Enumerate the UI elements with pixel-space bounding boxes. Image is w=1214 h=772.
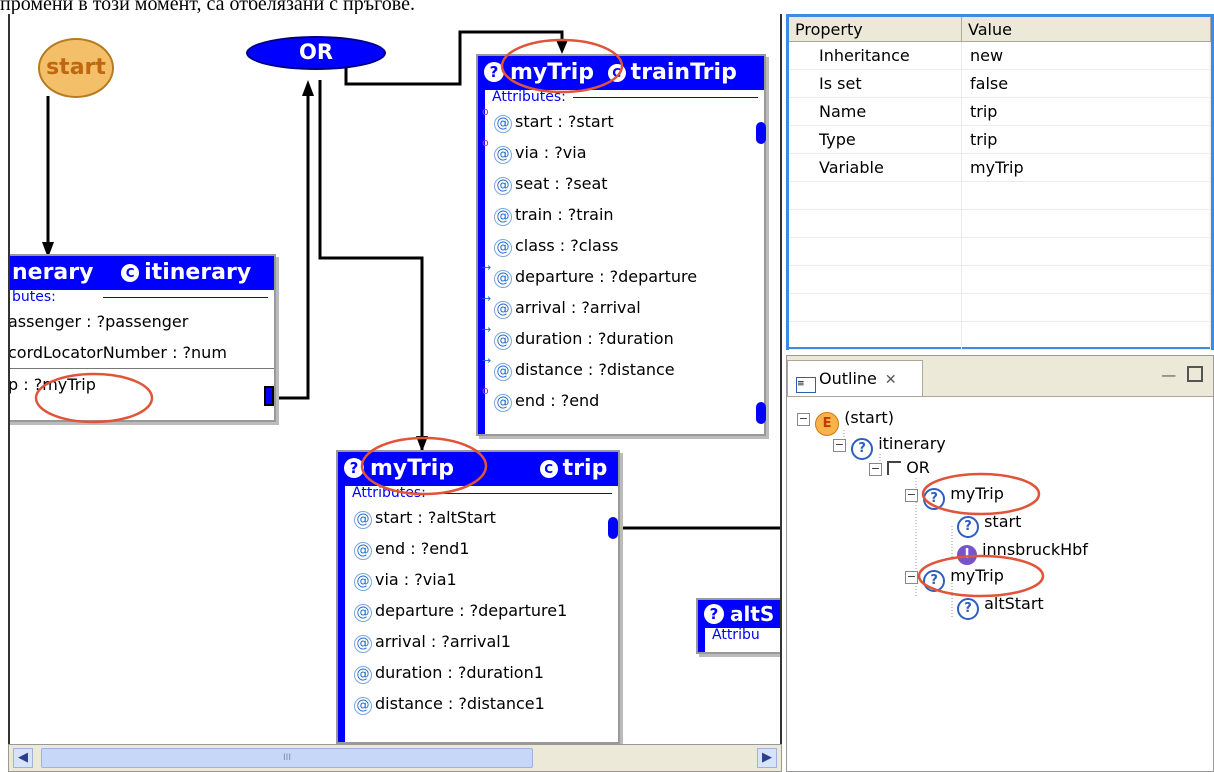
property-row[interactable]: Inheritance new — [789, 41, 1211, 70]
property-row[interactable]: Is set false — [789, 69, 1211, 98]
outline-tab-label: Outline — [819, 369, 877, 388]
property-name: Name — [789, 97, 962, 126]
properties-header-row: Property Value — [789, 17, 1211, 42]
outline-header: ≡ Outline ✕ — — [787, 356, 1213, 397]
view-window-controls: — — [1161, 366, 1203, 384]
outline-highlights — [917, 472, 1045, 598]
property-value[interactable]: myTrip — [961, 153, 1211, 182]
close-icon[interactable]: ✕ — [885, 372, 897, 388]
property-name: Inheritance — [789, 41, 962, 70]
properties-view[interactable]: Property Value Inheritance new Is set fals… — [786, 14, 1214, 350]
scroll-right-button[interactable]: ▶ — [757, 748, 777, 768]
empty-row — [789, 181, 1211, 210]
empty-row — [789, 209, 1211, 238]
property-row[interactable]: Variable myTrip — [789, 153, 1211, 182]
diagram-canvas[interactable]: start OR ? myTrip CtrainTrip Attributes: … — [8, 14, 782, 772]
scroll-left-button[interactable]: ◀ — [13, 748, 33, 768]
maximize-icon[interactable] — [1187, 366, 1203, 382]
property-value[interactable]: trip — [961, 97, 1211, 126]
property-row[interactable]: Name trip — [789, 97, 1211, 126]
outline-tab[interactable]: ≡ Outline ✕ — [787, 360, 923, 396]
scroll-thumb[interactable]: III — [41, 748, 533, 768]
property-name: Is set — [789, 69, 962, 98]
property-column-header[interactable]: Property — [789, 17, 962, 42]
outline-view[interactable]: ≡ Outline ✕ — − E (start) − ? itinerary − … — [786, 355, 1214, 772]
property-name: Variable — [789, 153, 962, 182]
empty-row — [789, 293, 1211, 322]
properties-table: Property Value Inheritance new Is set fals… — [789, 17, 1211, 350]
empty-row — [789, 321, 1211, 350]
outline-icon: ≡ — [796, 377, 816, 393]
property-value[interactable]: new — [961, 41, 1211, 70]
empty-row — [789, 265, 1211, 294]
empty-row — [789, 237, 1211, 266]
highlight-annotations — [34, 38, 624, 496]
value-column-header[interactable]: Value — [961, 17, 1211, 42]
minimize-icon[interactable]: — — [1161, 366, 1176, 384]
property-name: Type — [789, 125, 962, 154]
property-value[interactable]: false — [961, 69, 1211, 98]
property-value[interactable]: trip — [961, 125, 1211, 154]
document-caption: промени в този момент, са отбелязани с п… — [0, 0, 415, 14]
property-row[interactable]: Type trip — [789, 125, 1211, 154]
diagram-horizontal-scrollbar[interactable]: ◀ III ▶ — [8, 744, 782, 772]
